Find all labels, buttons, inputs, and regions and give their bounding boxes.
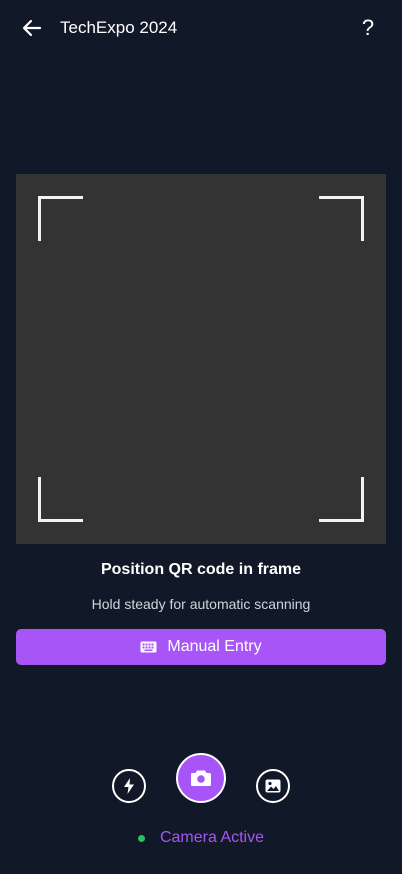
frame-corner-bottom-left (38, 477, 83, 522)
image-icon (265, 779, 281, 793)
flash-icon (124, 778, 134, 794)
camera-viewfinder (16, 174, 386, 544)
page-title: TechExpo 2024 (60, 18, 178, 37)
flash-button[interactable] (112, 769, 146, 803)
app-header: TechExpo 2024 ? (0, 0, 402, 56)
back-button[interactable] (18, 14, 46, 42)
manual-entry-button[interactable]: Manual Entry (16, 629, 386, 665)
help-button[interactable]: ? (356, 14, 380, 42)
frame-corner-top-left (38, 196, 83, 241)
instruction-subtitle: Hold steady for automatic scanning (91, 596, 311, 612)
gallery-button[interactable] (256, 769, 290, 803)
status-text: Camera Active (159, 829, 265, 846)
frame-corner-bottom-right (319, 477, 364, 522)
capture-button[interactable] (176, 753, 226, 803)
camera-status: Camera Active (0, 829, 402, 847)
instruction-title: Position QR code in frame (100, 561, 302, 578)
keyboard-icon (140, 641, 157, 653)
frame-corner-top-right (319, 196, 364, 241)
camera-icon (191, 770, 211, 786)
manual-entry-label: Manual Entry (167, 638, 262, 655)
arrow-left-icon (22, 19, 42, 37)
status-dot (137, 834, 145, 842)
